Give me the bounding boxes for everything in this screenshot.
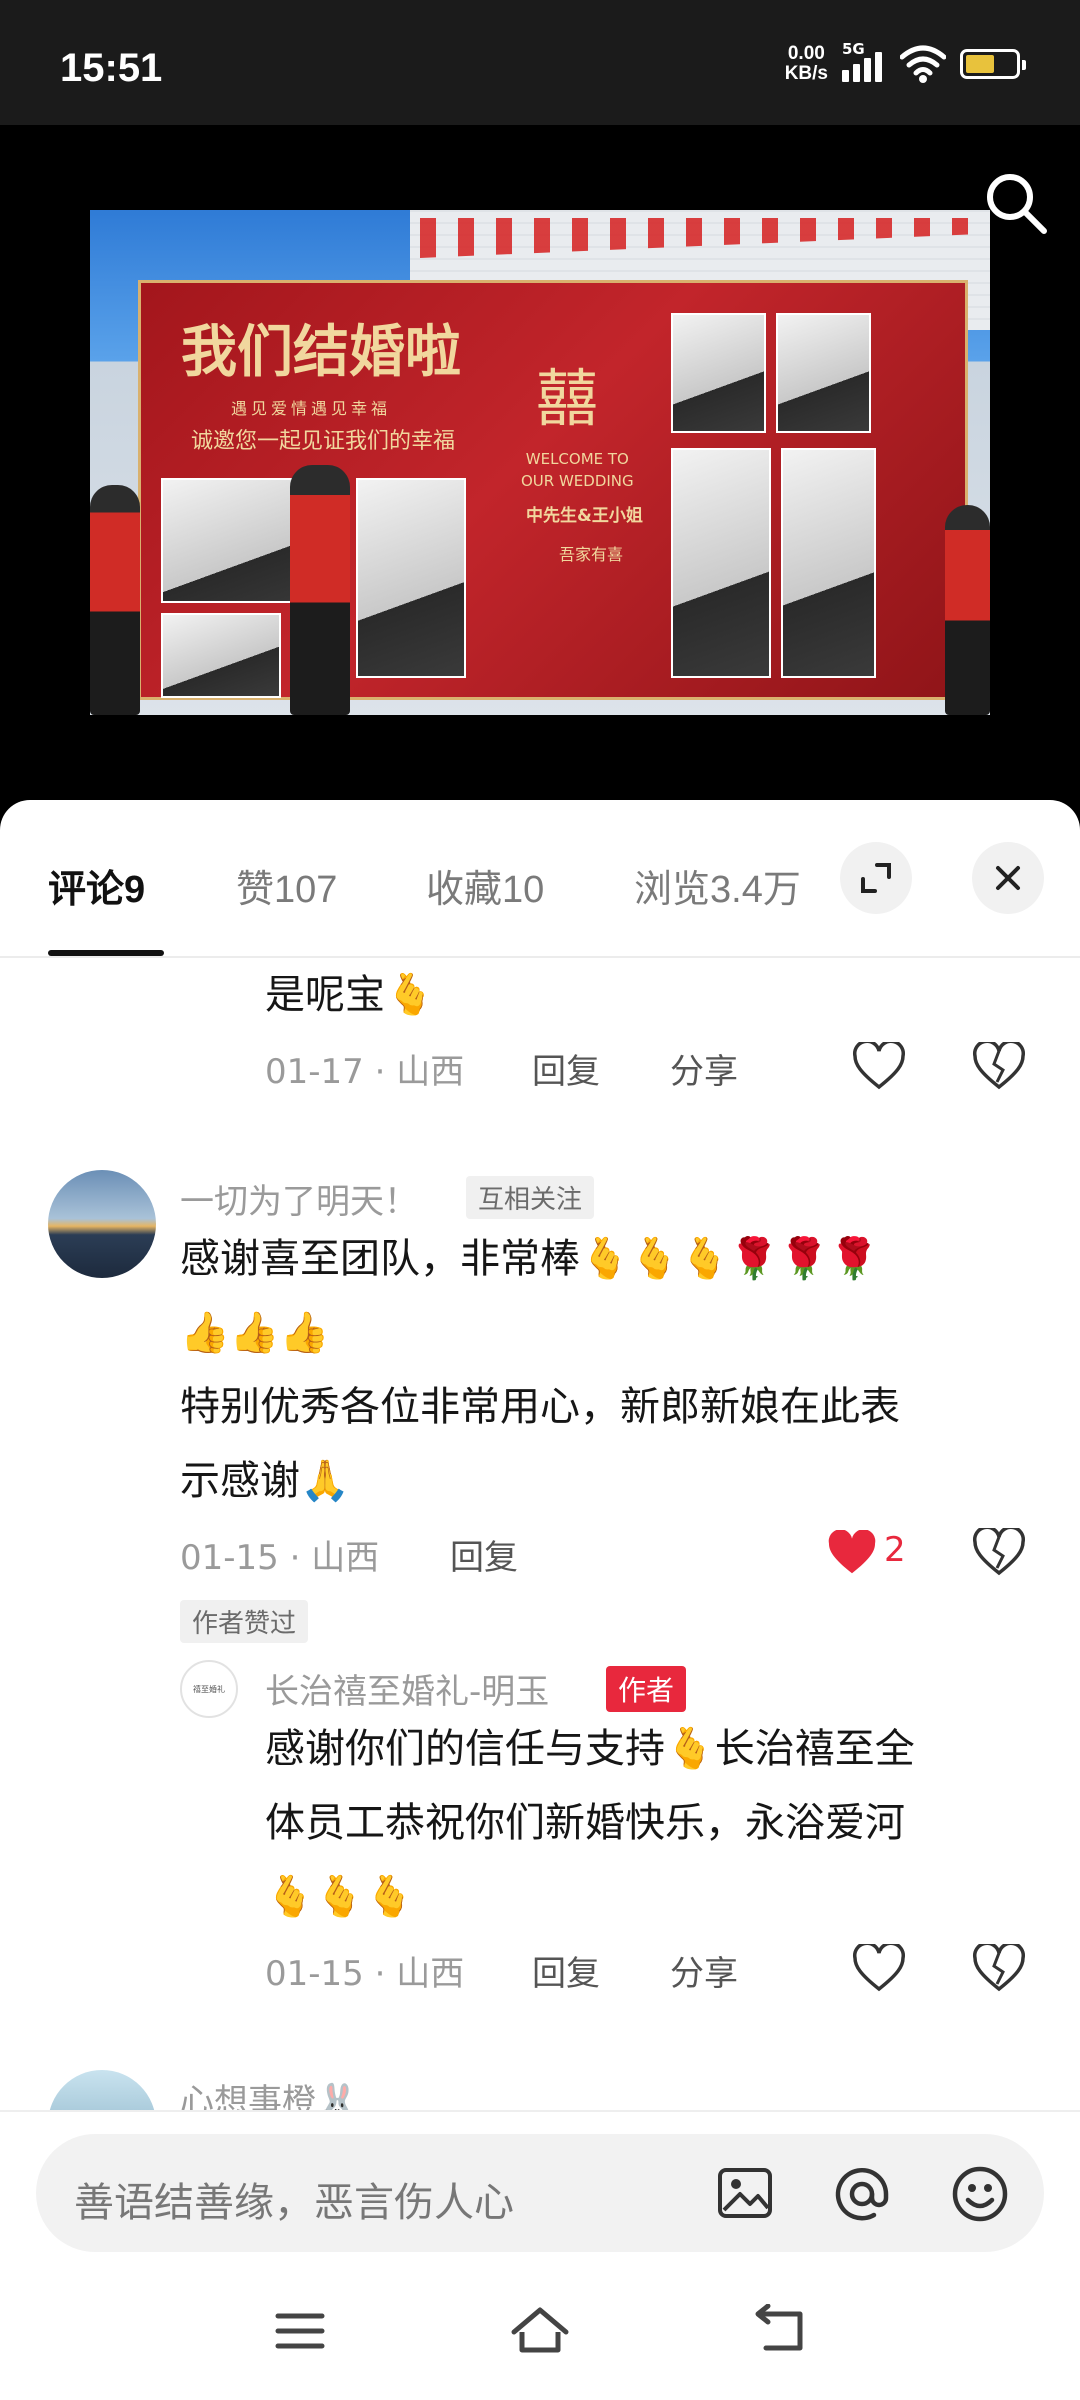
comment-input-bar: 善语结善缘，恶言伤人心 <box>0 2110 1080 2260</box>
board-title: 我们结婚啦 <box>181 319 461 385</box>
dislike-icon[interactable] <box>972 1528 1026 1578</box>
author-avatar[interactable]: 禧至婚礼 <box>180 1660 238 1718</box>
comment-text-line: 感谢喜至团队，非常棒🫰🫰🫰🌹🌹🌹 <box>180 1236 879 1282</box>
board-welcome: WELCOME TO OUR WEDDING <box>521 448 634 492</box>
comment-text-line: 示感谢🙏 <box>180 1458 350 1504</box>
welcome-line-2: OUR WEDDING <box>521 472 634 490</box>
network-type: 5G <box>842 40 865 58</box>
reply-text-line: 🫰🫰🫰 <box>265 1874 415 1920</box>
wedding-photo <box>776 313 871 433</box>
comment-username[interactable]: 心想事橙🐰 <box>180 2074 358 2110</box>
heart-icon[interactable] <box>852 1944 906 1994</box>
board-home: 吾家有喜 <box>559 545 624 564</box>
tab-views[interactable]: 浏览3.4万 <box>634 858 801 913</box>
dislike-icon[interactable] <box>972 1944 1026 1994</box>
wedding-photo <box>671 313 766 433</box>
image-icon[interactable] <box>716 2164 774 2222</box>
board-invite: 诚邀您一起见证我们的幸福 <box>191 429 456 454</box>
comment-text-line: 特别优秀各位非常用心，新郎新娘在此表 <box>180 1384 900 1430</box>
reply-meta: 01-17 · 山西 <box>265 1052 465 1092</box>
double-happiness-symbol: 囍 <box>536 362 599 435</box>
wedding-photo <box>671 448 771 678</box>
worker-figure <box>290 465 350 715</box>
reply-text-line: 体员工恭祝你们新婚快乐，永浴爱河 <box>265 1800 905 1846</box>
comments-sheet: 评论9 赞107 收藏10 浏览3.4万 是呢宝🫰 01-17 · 山西 回复 … <box>0 800 1080 2400</box>
comment-username[interactable]: 一切为了明天！ <box>180 1174 418 1223</box>
tab-comments[interactable]: 评论9 <box>48 858 145 913</box>
search-icon[interactable] <box>980 167 1052 239</box>
reply-button[interactable]: 回复 <box>450 1530 518 1579</box>
tab-active-indicator <box>48 950 164 956</box>
wifi-icon <box>900 45 946 83</box>
reply-button[interactable]: 回复 <box>532 1946 600 1995</box>
avatar[interactable] <box>48 2070 156 2110</box>
close-button[interactable] <box>972 842 1044 914</box>
signal-5g-icon: 5G <box>842 40 886 84</box>
tab-bar: 评论9 赞107 收藏10 浏览3.4万 <box>0 800 1080 958</box>
back-icon[interactable] <box>752 2304 808 2356</box>
wedding-board: 我们结婚啦 遇见爱情遇见幸福 诚邀您一起见证我们的幸福 囍 WELCOME TO… <box>138 280 968 700</box>
menu-icon[interactable] <box>272 2308 328 2354</box>
comments-list[interactable]: 是呢宝🫰 01-17 · 山西 回复 分享 一切为了明天！ 互相关注 感谢喜至团… <box>0 960 1080 2110</box>
comment-input[interactable]: 善语结善缘，恶言伤人心 <box>36 2134 1044 2252</box>
heart-icon[interactable] <box>826 1530 878 1578</box>
mutual-follow-tag: 互相关注 <box>466 1176 595 1219</box>
share-button[interactable]: 分享 <box>670 1044 738 1093</box>
close-icon <box>996 866 1020 890</box>
net-speed-unit: KB/s <box>784 63 828 84</box>
expand-icon <box>861 863 891 893</box>
net-speed: 0.00 KB/s <box>785 44 828 84</box>
home-icon[interactable] <box>508 2302 572 2358</box>
author-tag: 作者 <box>606 1666 687 1712</box>
avatar[interactable] <box>48 1170 156 1278</box>
worker-figure <box>945 505 990 715</box>
expand-button[interactable] <box>840 842 912 914</box>
comment-meta: 01-15 · 山西 <box>180 1538 380 1578</box>
author-avatar-text: 禧至婚礼 <box>193 1684 225 1694</box>
status-icons: 0.00 KB/s 5G <box>785 40 1026 84</box>
at-icon[interactable] <box>832 2164 892 2224</box>
reply-text: 是呢宝🫰 <box>265 972 435 1018</box>
author-liked-tag: 作者赞过 <box>180 1600 309 1643</box>
reply-username[interactable]: 长治禧至婚礼-明玉 <box>265 1664 549 1713</box>
board-names: 中先生&王小姐 <box>526 506 643 526</box>
share-button[interactable]: 分享 <box>670 1946 738 1995</box>
dislike-icon[interactable] <box>972 1042 1026 1092</box>
reply-meta: 01-15 · 山西 <box>265 1954 465 1994</box>
net-speed-value: 0.00 <box>787 43 825 64</box>
wedding-photo <box>161 613 281 698</box>
video-frame: 我们结婚啦 遇见爱情遇见幸福 诚邀您一起见证我们的幸福 囍 WELCOME TO… <box>90 210 990 715</box>
reply-text-line: 感谢你们的信任与支持🫰长治禧至全 <box>265 1726 915 1772</box>
wedding-photo <box>781 448 876 678</box>
tab-likes[interactable]: 赞107 <box>236 858 337 913</box>
like-count: 2 <box>884 1530 906 1570</box>
emoji-icon[interactable] <box>950 2164 1010 2224</box>
reply-button[interactable]: 回复 <box>532 1044 600 1093</box>
system-nav-bar <box>0 2260 1080 2400</box>
tab-favorites[interactable]: 收藏10 <box>426 858 544 913</box>
welcome-line-1: WELCOME TO <box>525 450 629 468</box>
heart-icon[interactable] <box>852 1042 906 1092</box>
comment-text-line: 👍👍👍 <box>180 1310 330 1356</box>
video-player[interactable]: 我们结婚啦 遇见爱情遇见幸福 诚邀您一起见证我们的幸福 囍 WELCOME TO… <box>0 125 1080 800</box>
status-time: 15:51 <box>60 46 163 90</box>
wedding-photo <box>356 478 466 678</box>
worker-figure <box>90 485 140 715</box>
board-subtitle: 遇见爱情遇见幸福 <box>231 399 392 418</box>
comment-input-placeholder: 善语结善缘，恶言伤人心 <box>74 2180 514 2226</box>
status-bar: 15:51 0.00 KB/s 5G <box>0 0 1080 125</box>
battery-icon <box>960 49 1026 79</box>
